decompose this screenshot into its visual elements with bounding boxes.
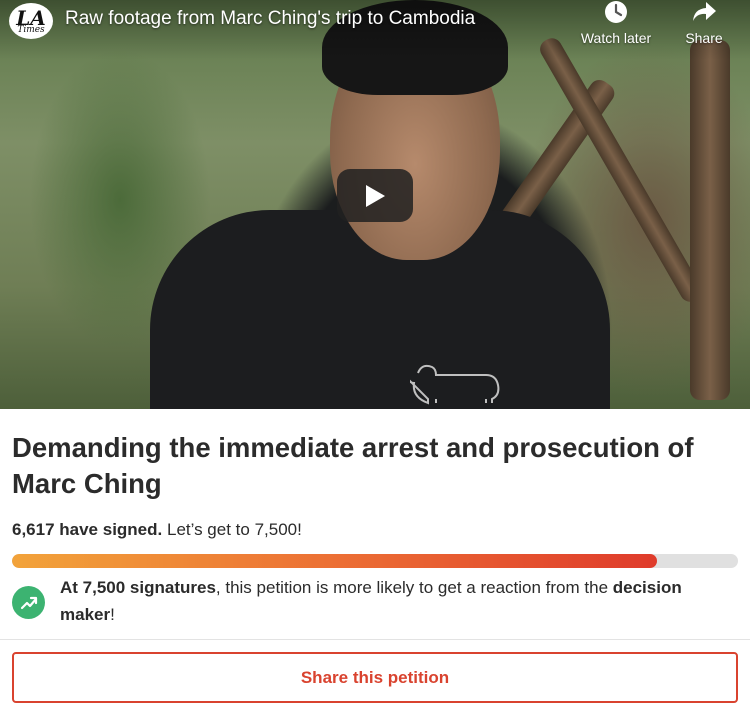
progress-fill [12, 554, 658, 568]
share-petition-label: Share this petition [300, 667, 450, 687]
share-arrow-icon [693, 2, 716, 21]
goal-end-text: ! [110, 605, 115, 624]
goal-message: At 7,500 signatures, this petition is mo… [60, 574, 740, 628]
trending-arrow-icon [20, 596, 37, 609]
goal-middle-text: , this petition is more likely to get a … [215, 578, 613, 597]
watch-later-label: Watch later [580, 30, 652, 46]
signed-count-text: 6,617 have signed. [12, 520, 163, 539]
share-petition-button[interactable]: Share this petition [12, 652, 738, 703]
dog-graphic-icon [410, 364, 500, 405]
goal-cta-text: Let’s get to 7,500! [166, 520, 302, 539]
la-times-logo[interactable]: LA Times [9, 3, 53, 39]
signature-count: 6,617 have signed. Let’s get to 7,500! [12, 520, 302, 540]
divider [0, 639, 750, 640]
clock-icon [605, 1, 627, 23]
trending-up-icon [12, 586, 45, 619]
signature-progress-bar [12, 554, 738, 568]
video-title[interactable]: Raw footage from Marc Ching's trip to Ca… [65, 8, 475, 30]
background-branch [690, 40, 730, 400]
video-player[interactable]: LA Times Raw footage from Marc Ching's t… [0, 0, 750, 409]
share-video-button[interactable]: Share [680, 0, 728, 46]
play-button[interactable] [337, 169, 413, 222]
petition-title: Demanding the immediate arrest and prose… [12, 432, 694, 499]
watch-later-button[interactable]: Watch later [576, 0, 656, 46]
share-video-label: Share [685, 30, 723, 46]
play-icon [366, 184, 385, 207]
logo-subtext: Times [17, 24, 45, 35]
goal-strong-text: At 7,500 signatures [60, 578, 216, 597]
